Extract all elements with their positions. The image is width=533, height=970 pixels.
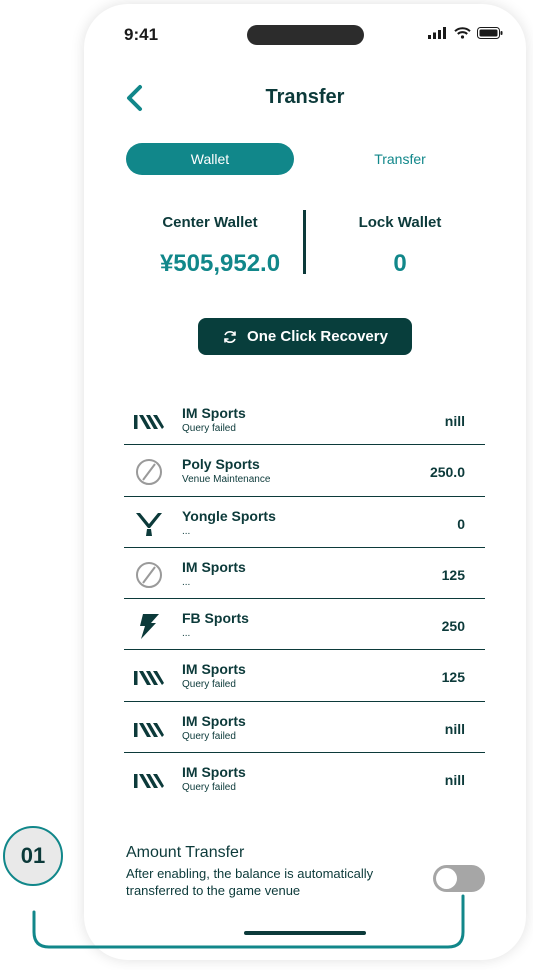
callout-badge: 01 — [3, 826, 63, 886]
callout-connector — [32, 894, 465, 949]
